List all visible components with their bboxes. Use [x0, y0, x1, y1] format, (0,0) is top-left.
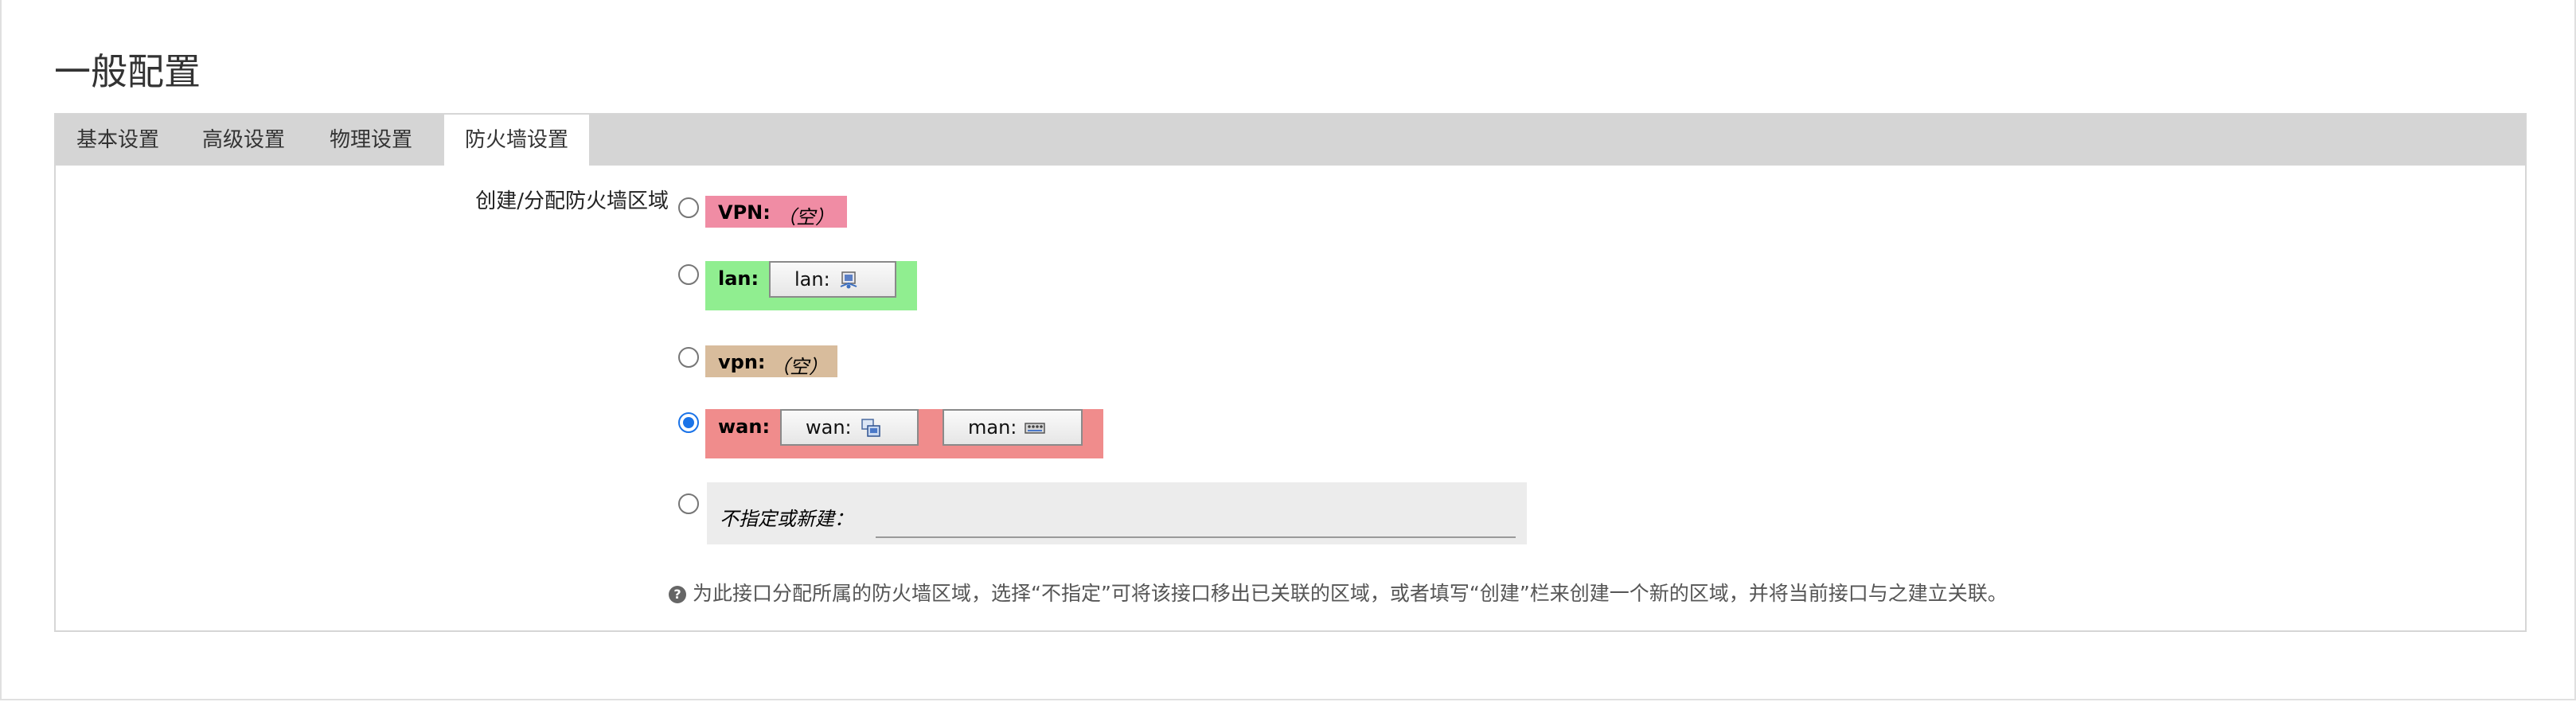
- help-text-row: ? 为此接口分配所属的防火墙区域，选择“不指定”可将该接口移出已关联的区域，或者填…: [669, 578, 2008, 606]
- zone-badge-vpn-upper[interactable]: VPN: （空）: [705, 196, 847, 228]
- zone-badge-wan[interactable]: wan: wan: man:: [705, 409, 1103, 458]
- tab-bar: 基本设置 高级设置 物理设置 防火墙设置: [56, 115, 2525, 167]
- radio-button-selected[interactable]: [678, 412, 699, 433]
- zone-name: VPN:: [718, 201, 771, 224]
- zone-badge-vpn-lower[interactable]: vpn: （空）: [705, 345, 837, 378]
- help-text: 为此接口分配所属的防火墙区域，选择“不指定”可将该接口移出已关联的区域，或者填写…: [693, 582, 2008, 605]
- zone-radio-unspecified[interactable]: [678, 493, 701, 516]
- tab-physical-settings[interactable]: 物理设置: [309, 115, 433, 166]
- tab-firewall-settings[interactable]: 防火墙设置: [444, 115, 590, 167]
- interface-label: wan:: [806, 416, 852, 439]
- interface-button-wan[interactable]: wan:: [780, 409, 919, 446]
- zone-radio-lan[interactable]: [678, 264, 701, 287]
- tab-advanced-settings[interactable]: 高级设置: [181, 115, 306, 166]
- interface-button-lan[interactable]: lan:: [769, 261, 896, 298]
- zone-name: lan:: [718, 267, 759, 290]
- main-frame: 一般配置 基本设置 高级设置 物理设置 防火墙设置 创建/分配防火墙区域 VPN…: [0, 0, 2576, 700]
- zone-name: wan:: [718, 415, 771, 438]
- zone-empty-text: （空）: [777, 206, 834, 228]
- firewall-zone-field-label: 创建/分配防火墙区域: [475, 189, 669, 213]
- zone-radio-vpn-lower[interactable]: [678, 347, 701, 369]
- zone-empty-text: （空）: [771, 356, 828, 378]
- interface-label: lan:: [794, 268, 830, 291]
- radio-button[interactable]: [678, 347, 699, 368]
- zone-radio-vpn-upper[interactable]: [678, 197, 701, 220]
- zone-radio-wan[interactable]: [678, 412, 701, 435]
- tab-basic-settings[interactable]: 基本设置: [56, 115, 180, 166]
- new-zone-input[interactable]: [876, 493, 1516, 538]
- interface-button-man[interactable]: man:: [943, 409, 1083, 446]
- ethernet-icon: [840, 271, 857, 289]
- new-zone-box: 不指定或新建：: [707, 482, 1527, 544]
- switch-icon: [1025, 423, 1045, 434]
- new-zone-label: 不指定或新建：: [720, 508, 853, 530]
- zone-name: vpn:: [718, 351, 766, 373]
- network-icon: [861, 419, 880, 437]
- config-panel: 基本设置 高级设置 物理设置 防火墙设置 创建/分配防火墙区域 VPN: （空）…: [54, 113, 2527, 632]
- zone-badge-lan[interactable]: lan: lan:: [705, 261, 917, 310]
- radio-button[interactable]: [678, 493, 699, 514]
- radio-button[interactable]: [678, 264, 699, 285]
- interface-label: man:: [968, 416, 1017, 439]
- radio-button[interactable]: [678, 197, 699, 218]
- page-title: 一般配置: [54, 50, 201, 93]
- question-icon: ?: [669, 586, 686, 603]
